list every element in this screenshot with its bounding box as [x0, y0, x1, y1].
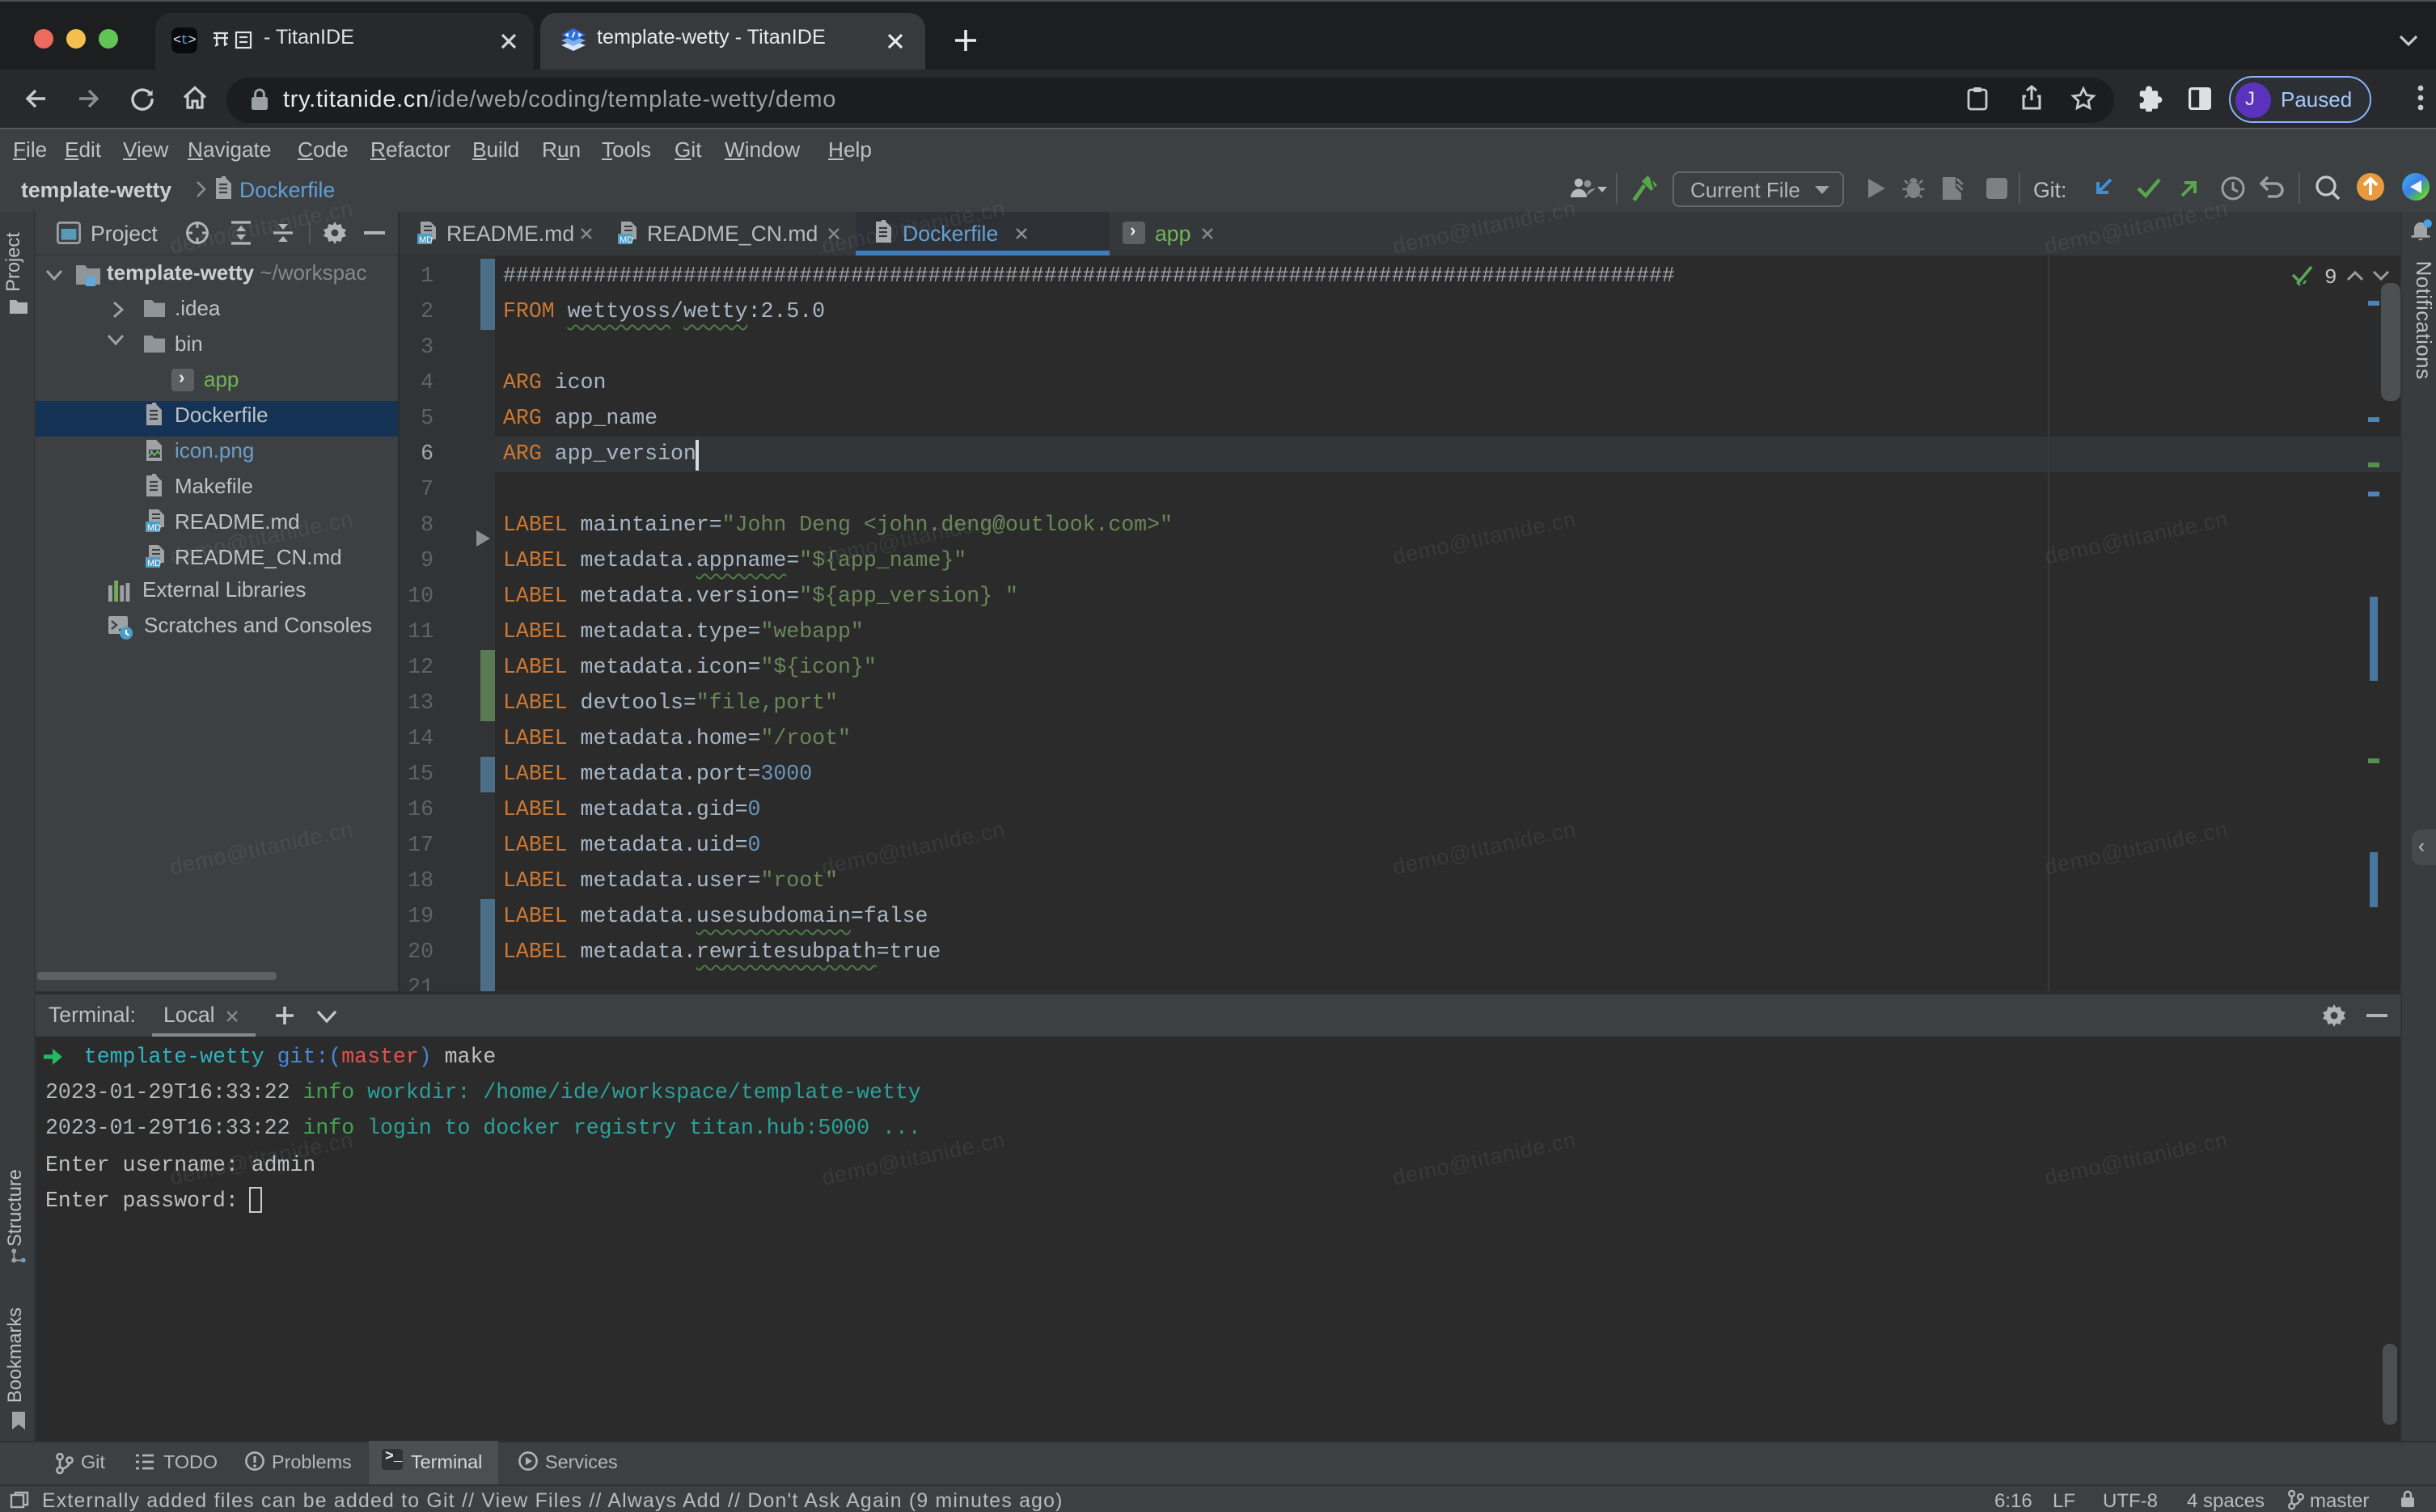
svg-text:MD: MD — [419, 235, 433, 245]
svg-text:MD: MD — [620, 235, 633, 245]
svg-text:MD: MD — [147, 559, 161, 568]
svg-text:MD: MD — [147, 523, 161, 533]
